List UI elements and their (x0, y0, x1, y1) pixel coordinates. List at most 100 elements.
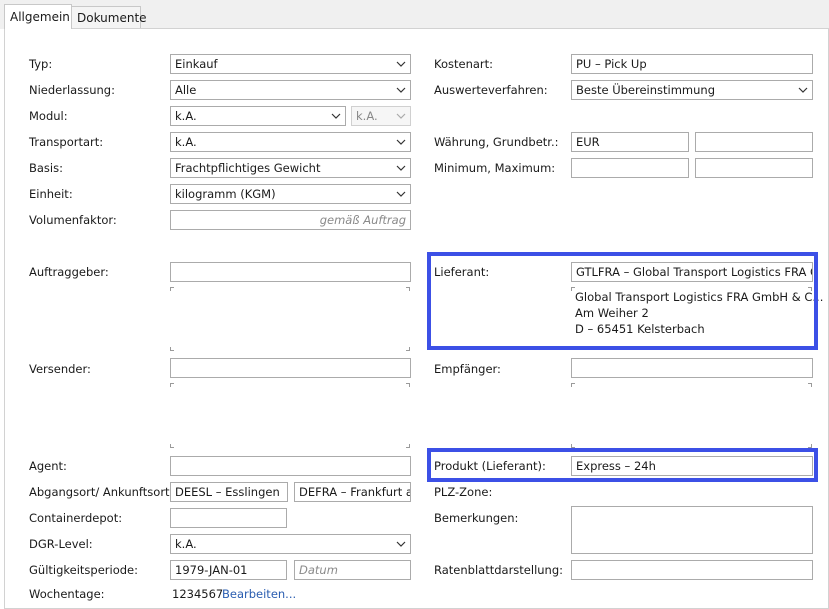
empfaenger-label: Empfänger: (434, 362, 501, 376)
waehrung-value: EUR (576, 135, 600, 149)
address-box-corner (406, 444, 410, 448)
waehrung-input[interactable]: EUR (571, 132, 689, 152)
basis-select[interactable]: Frachtpflichtiges Gewicht (170, 158, 411, 178)
lieferant-address: Global Transport Logistics FRA GmbH & C.… (575, 289, 823, 337)
gueltigkeit-label: Gültigkeitsperiode: (29, 563, 139, 577)
minmax-label: Minimum, Maximum: (434, 161, 556, 175)
chevron-down-icon (396, 111, 406, 121)
transportart-select[interactable]: k.A. (170, 132, 411, 152)
tab-allgemein[interactable]: Allgemein (4, 4, 72, 29)
lieferant-input[interactable]: GTLFRA – Global Transport Logistics FRA … (571, 262, 813, 282)
chevron-down-icon (396, 163, 406, 173)
einheit-label: Einheit: (29, 187, 73, 201)
gueltig-bis-placeholder: Datum (299, 563, 338, 577)
lieferant-value: GTLFRA – Global Transport Logistics FRA … (576, 265, 812, 279)
address-box-corner (406, 383, 410, 387)
kostenart-label: Kostenart: (434, 57, 494, 71)
basis-label: Basis: (29, 161, 63, 175)
wochentage-value: 1234567 (172, 587, 224, 601)
address-box-corner (170, 444, 174, 448)
gueltig-von-value: 1979-JAN-01 (175, 563, 248, 577)
gueltig-bis-input[interactable]: Datum (294, 560, 411, 580)
niederlassung-label: Niederlassung: (29, 83, 115, 97)
chevron-down-icon (396, 137, 406, 147)
minimum-input[interactable] (571, 158, 689, 178)
address-box-corner (170, 347, 174, 351)
containerdepot-input[interactable] (170, 508, 287, 528)
volumenfaktor-placeholder: gemäß Auftrag (319, 213, 406, 227)
modul-label: Modul: (29, 109, 68, 123)
auftraggeber-input[interactable] (170, 262, 411, 282)
produkt-value: Express – 24h (576, 459, 656, 473)
plz-label: PLZ-Zone: (434, 485, 493, 499)
tab-dokumente[interactable]: Dokumente (71, 6, 147, 28)
modul-sub-value: k.A. (356, 109, 378, 123)
auswerteverfahren-label: Auswerteverfahren: (434, 83, 548, 97)
address-box-corner (808, 444, 812, 448)
kostenart-value: PU – Pick Up (576, 57, 647, 71)
modul-value: k.A. (175, 109, 197, 123)
wochentage-edit-link[interactable]: Bearbeiten... (222, 587, 296, 601)
ratenblatt-input[interactable] (571, 560, 813, 580)
address-box-corner (808, 383, 812, 387)
dgr-label: DGR-Level: (29, 537, 93, 551)
dgr-select[interactable]: k.A. (170, 534, 411, 554)
chevron-down-icon (396, 189, 406, 199)
basis-value: Frachtpflichtiges Gewicht (175, 161, 321, 175)
abgangsort-input[interactable]: DEESL – Esslingen (170, 482, 288, 502)
address-box-corner (571, 383, 575, 387)
modul-select[interactable]: k.A. (170, 106, 346, 126)
abgangsort-value: DEESL – Esslingen (175, 485, 280, 499)
einheit-value: kilogramm (KGM) (175, 187, 276, 201)
gueltig-von-input[interactable]: 1979-JAN-01 (170, 560, 287, 580)
address-box-corner (170, 383, 174, 387)
modul-sub-select: k.A. (351, 106, 411, 126)
chevron-down-icon (396, 59, 406, 69)
niederlassung-value: Alle (175, 83, 197, 97)
waehrung-label: Währung, Grundbetr.: (434, 135, 559, 149)
auftraggeber-label: Auftraggeber: (29, 265, 109, 279)
dgr-value: k.A. (175, 537, 197, 551)
einheit-select[interactable]: kilogramm (KGM) (170, 184, 411, 204)
transportart-label: Transportart: (29, 135, 104, 149)
maximum-input[interactable] (695, 158, 813, 178)
typ-value: Einkauf (175, 57, 218, 71)
niederlassung-select[interactable]: Alle (170, 80, 411, 100)
address-line: D – 65451 Kelsterbach (575, 322, 705, 336)
produkt-input[interactable]: Express – 24h (571, 456, 813, 476)
chevron-down-icon (396, 539, 406, 549)
chevron-down-icon (331, 111, 341, 121)
volumenfaktor-input[interactable]: gemäß Auftrag (170, 210, 411, 230)
agent-label: Agent: (29, 459, 67, 473)
kostenart-input[interactable]: PU – Pick Up (571, 54, 813, 74)
wochentage-label: Wochentage: (29, 587, 105, 601)
chevron-down-icon (396, 85, 406, 95)
agent-input[interactable] (170, 456, 411, 476)
chevron-down-icon (798, 85, 808, 95)
address-box-corner (571, 444, 575, 448)
versender-input[interactable] (170, 358, 411, 378)
containerdepot-label: Containerdepot: (29, 511, 123, 525)
auswerteverfahren-value: Beste Übereinstimmung (576, 83, 715, 97)
transportart-value: k.A. (175, 135, 197, 149)
address-box-corner (406, 287, 410, 291)
ankunftsort-input[interactable]: DEFRA – Frankfurt an (294, 482, 411, 502)
address-line: Global Transport Logistics FRA GmbH & C.… (575, 290, 824, 304)
bemerkungen-textarea[interactable] (571, 506, 813, 554)
grundbetrag-input[interactable] (695, 132, 813, 152)
lieferant-label: Lieferant: (434, 265, 490, 279)
address-box-corner (170, 287, 174, 291)
produkt-label: Produkt (Lieferant): (434, 459, 546, 473)
versender-label: Versender: (29, 362, 91, 376)
auswerteverfahren-select[interactable]: Beste Übereinstimmung (571, 80, 813, 100)
bemerkungen-label: Bemerkungen: (434, 511, 519, 525)
typ-label: Typ: (29, 57, 53, 71)
address-box-corner (406, 347, 410, 351)
ankunftsort-value: DEFRA – Frankfurt an (299, 485, 411, 499)
tab-bar: Allgemein Dokumente (0, 0, 829, 29)
typ-select[interactable]: Einkauf (170, 54, 411, 74)
address-line: Am Weiher 2 (575, 306, 649, 320)
ratenblatt-label: Ratenblattdarstellung: (434, 563, 564, 577)
empfaenger-input[interactable] (571, 358, 813, 378)
abgangsort-label: Abgangsort/ Ankunftsort: (29, 485, 174, 499)
